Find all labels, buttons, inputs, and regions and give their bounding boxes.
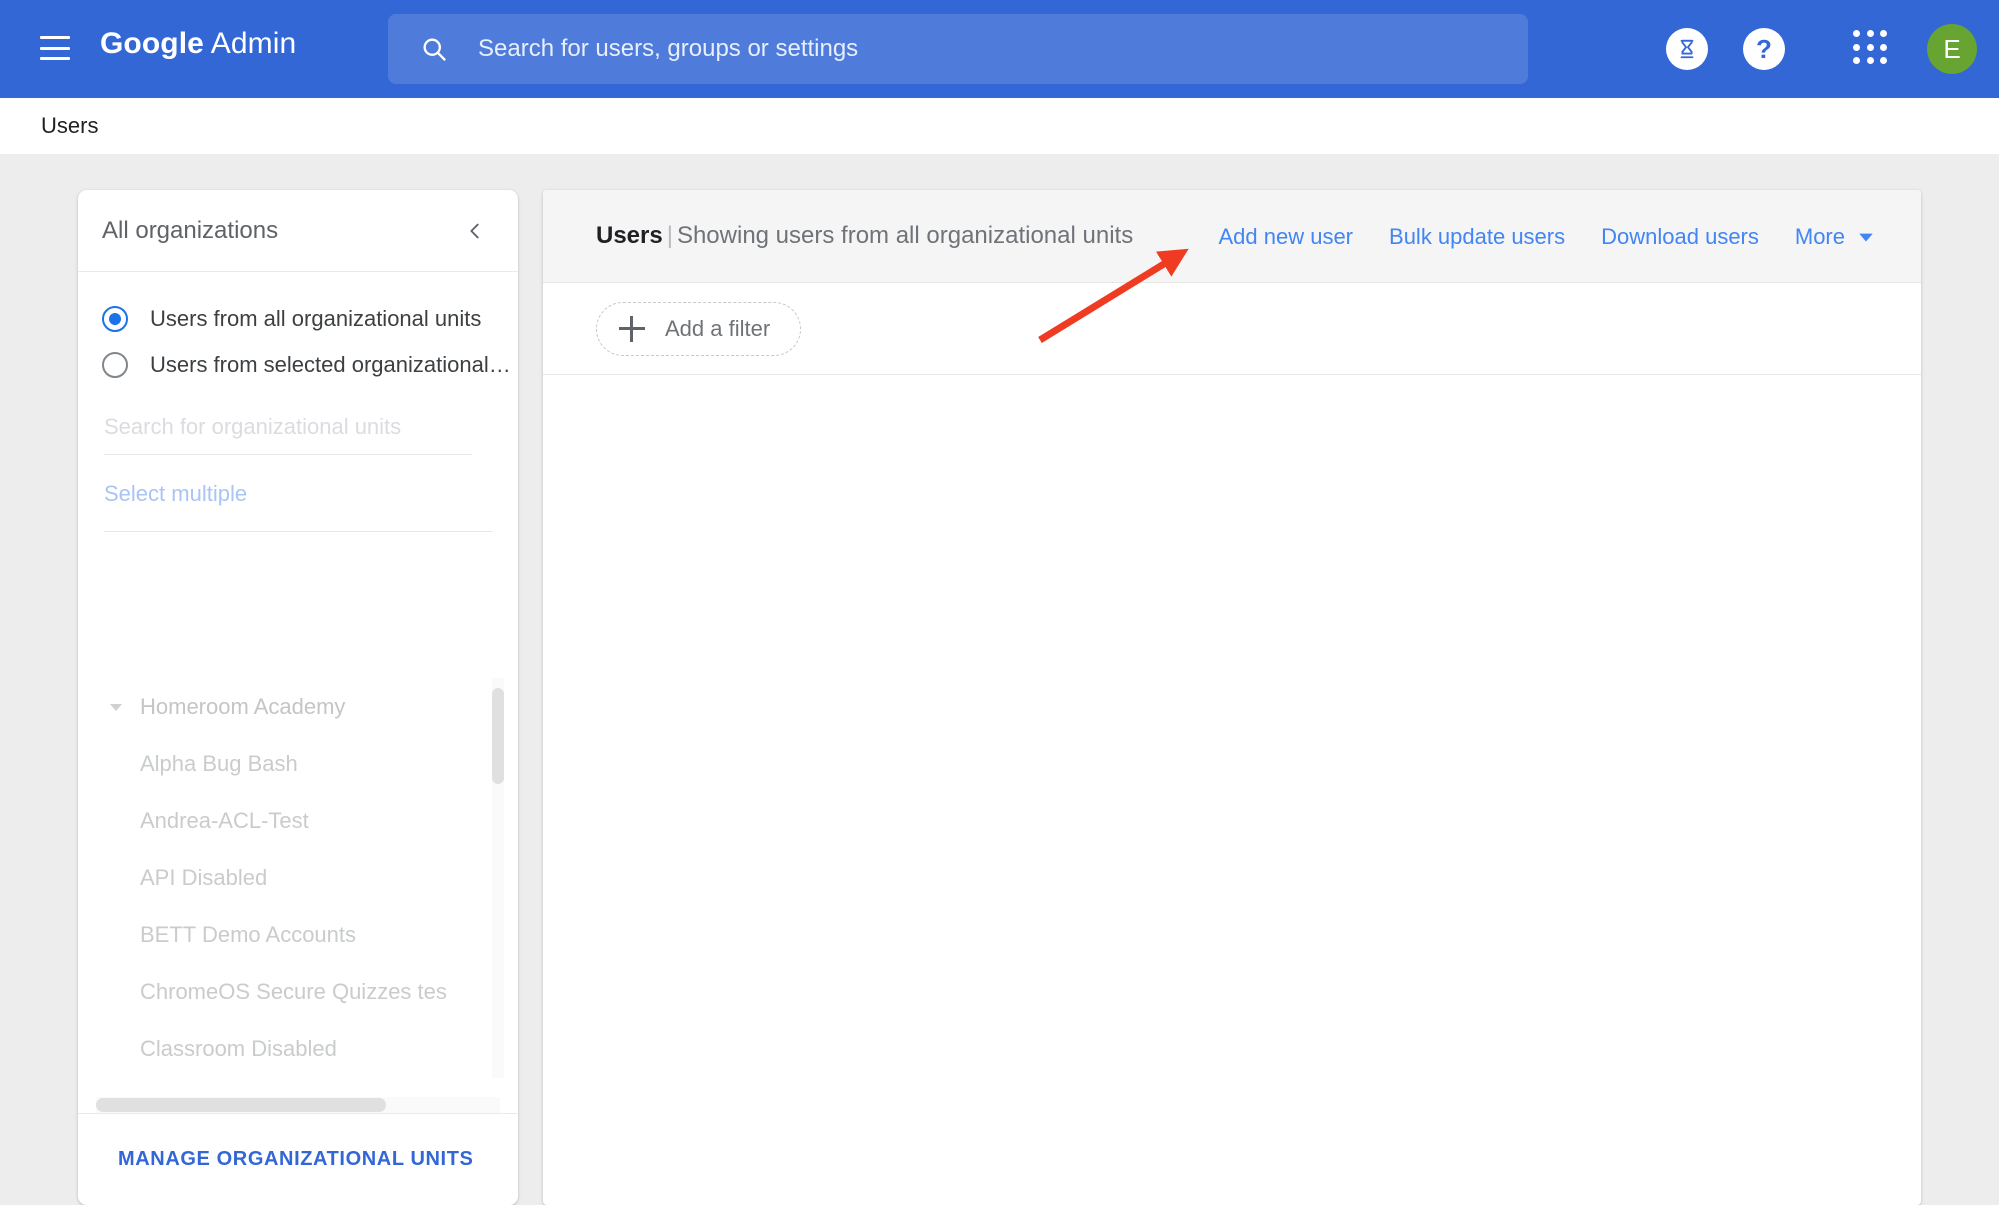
caret-down-icon[interactable] — [102, 693, 130, 721]
add-a-filter-label: Add a filter — [665, 315, 771, 341]
chevron-left-glyph — [470, 223, 479, 238]
users-card-header: Users | Showing users from all organizatio… — [543, 190, 1921, 283]
panel-divider — [104, 531, 492, 532]
tree-item-andrea-acl-test[interactable]: Andrea-ACL-Test — [78, 792, 518, 849]
radio-all-org-units-control[interactable] — [102, 306, 128, 332]
plus-icon — [619, 315, 645, 342]
brand-admin: Admin — [210, 27, 297, 60]
breadcrumb-item-users[interactable]: Users — [41, 113, 98, 139]
users-card: Users | Showing users from all organizatio… — [543, 190, 1921, 1205]
org-unit-tree: Homeroom Academy Alpha Bug Bash Andrea-A… — [78, 678, 518, 1078]
tree-item-label: Homeroom Academy — [140, 693, 346, 719]
more-actions-label: More — [1794, 223, 1845, 249]
org-unit-search-input[interactable] — [104, 414, 472, 455]
organizations-panel: All organizations Users from all organiz… — [78, 190, 518, 1205]
tree-horizontal-scrollbar[interactable] — [78, 1097, 518, 1113]
help-icon[interactable]: ? — [1743, 28, 1785, 70]
tree-item-classroom-disabled[interactable]: Classroom Disabled — [78, 1020, 518, 1077]
tree-vertical-scrollbar[interactable] — [492, 678, 504, 1078]
panel-title: All organizations — [102, 216, 279, 244]
caret-down-glyph — [110, 703, 122, 711]
page-title: Users | Showing users from all organizatio… — [596, 222, 1133, 250]
tree-item-label: BETT Demo Accounts — [140, 921, 357, 947]
page-body: All organizations Users from all organiz… — [0, 154, 1999, 1205]
add-a-filter-button[interactable]: Add a filter — [596, 301, 802, 356]
search-icon — [423, 38, 446, 61]
page-title-separator: | — [666, 222, 673, 249]
filter-row: Add a filter — [543, 283, 1921, 375]
tree-item-api-disabled[interactable]: API Disabled — [78, 849, 518, 906]
tree-item-homeroom-academy[interactable]: Homeroom Academy — [78, 678, 518, 735]
global-search-box[interactable] — [388, 14, 1528, 84]
search-input[interactable] — [478, 35, 1478, 63]
tree-item-label: ChromeOS Secure Quizzes tes — [140, 978, 447, 1004]
brand-google: Google — [100, 27, 204, 60]
organizations-panel-header: All organizations — [78, 190, 518, 272]
organizations-panel-footer: MANAGE ORGANIZATIONAL UNITS — [78, 1113, 518, 1205]
scope-radio-group: Users from all organizational units User… — [78, 272, 518, 392]
radio-selected-org-units-label: Users from selected organizational… — [150, 352, 511, 377]
more-actions-link[interactable]: More — [1795, 224, 1875, 250]
tree-item-bett-demo-accounts[interactable]: BETT Demo Accounts — [78, 906, 518, 963]
timer-icon[interactable] — [1666, 28, 1708, 70]
hamburger-menu-icon[interactable] — [40, 36, 70, 60]
timer-glyph — [1666, 28, 1708, 70]
bulk-update-users-link[interactable]: Bulk update users — [1389, 224, 1565, 250]
hourglass-icon — [1680, 39, 1694, 59]
app-brand: Google Admin — [100, 27, 296, 61]
radio-selected-org-units-control[interactable] — [102, 352, 128, 378]
radio-all-org-units[interactable]: Users from all organizational units — [78, 296, 518, 342]
chevron-down-icon — [1859, 233, 1873, 241]
page-title-secondary: Showing users from all organizational un… — [676, 222, 1134, 249]
apps-grid-icon[interactable] — [1853, 30, 1891, 68]
tree-item-alpha-bug-bash[interactable]: Alpha Bug Bash — [78, 735, 518, 792]
manage-organizational-units-button[interactable]: MANAGE ORGANIZATIONAL UNITS — [110, 1138, 481, 1181]
tree-item-label: Alpha Bug Bash — [140, 750, 298, 776]
select-multiple-link[interactable]: Select multiple — [104, 481, 247, 507]
help-glyph: ? — [1743, 28, 1785, 70]
avatar[interactable]: E — [1927, 24, 1977, 74]
chevron-left-icon[interactable] — [458, 214, 492, 248]
add-new-user-link[interactable]: Add new user — [1218, 224, 1353, 250]
tree-item-label: API Disabled — [140, 864, 268, 890]
breadcrumb: Users — [0, 98, 1999, 154]
users-card-actions: Add new user Bulk update users Download … — [1182, 190, 1891, 283]
radio-all-org-units-label: Users from all organizational units — [150, 306, 482, 331]
apps-grid-dots — [1853, 30, 1889, 66]
tree-item-classroom-disabled-coursework-1[interactable]: Classroom Disabled + Courseh — [78, 1077, 518, 1078]
tree-item-label: Andrea-ACL-Test — [140, 807, 309, 833]
radio-selected-org-units[interactable]: Users from selected organizational… — [78, 342, 518, 388]
tree-item-chromeos-secure-quizzes[interactable]: ChromeOS Secure Quizzes tes — [78, 963, 518, 1020]
download-users-link[interactable]: Download users — [1601, 224, 1759, 250]
app-header: Google Admin ? E — [0, 0, 1999, 98]
scrollbar-thumb[interactable] — [492, 688, 504, 784]
page-title-primary: Users — [596, 222, 663, 249]
tree-item-label: Classroom Disabled — [140, 1035, 337, 1061]
users-list-area — [543, 375, 1921, 1203]
scrollbar-thumb[interactable] — [96, 1098, 386, 1112]
org-unit-search-wrap — [78, 392, 518, 455]
